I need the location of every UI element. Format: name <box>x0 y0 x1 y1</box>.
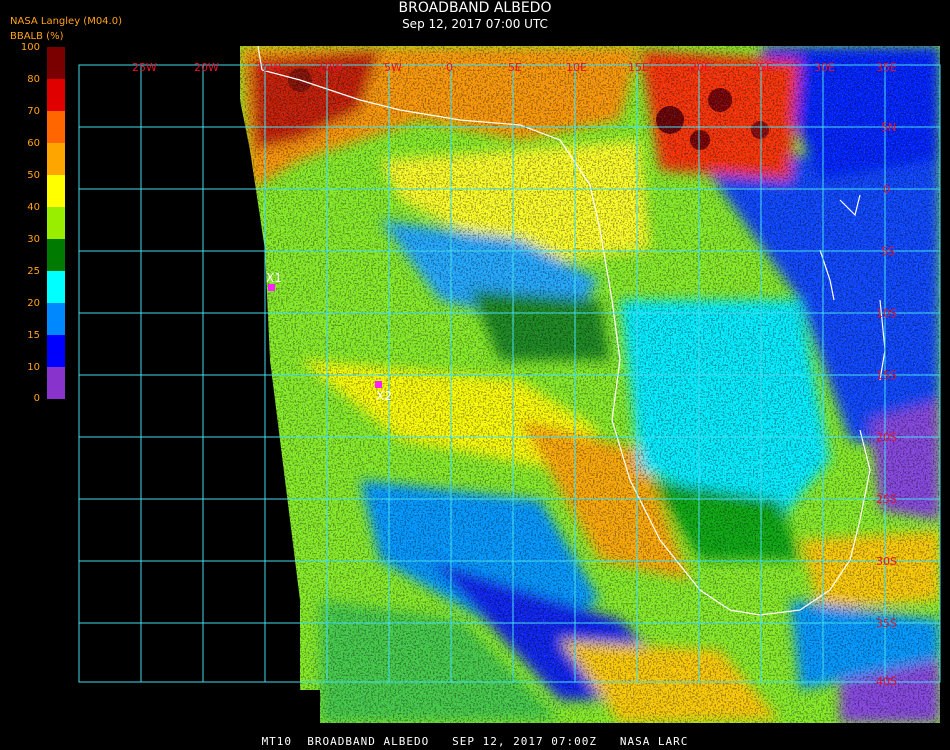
lat-label: 25S <box>876 493 897 506</box>
lon-label: 25E <box>752 61 773 74</box>
marker-x2-point <box>375 381 382 388</box>
lon-label: 10W <box>318 61 343 74</box>
lon-label: 0 <box>446 61 453 74</box>
lon-label: 15W <box>256 61 281 74</box>
marker-x2-label: X2 <box>376 389 392 403</box>
lon-label: 15E <box>628 61 649 74</box>
lon-label: 25W <box>132 61 157 74</box>
lon-label: 20E <box>690 61 711 74</box>
lon-label: 20W <box>194 61 219 74</box>
lat-label: 30S <box>876 555 897 568</box>
lat-label: 10S <box>876 307 897 320</box>
lon-label: 5W <box>384 61 402 74</box>
lat-label: 20S <box>876 431 897 444</box>
footer-caption: MT10 BROADBAND ALBEDO SEP 12, 2017 07:00… <box>261 735 689 748</box>
lon-label: 5E <box>508 61 522 74</box>
lat-label: 5N <box>881 121 896 134</box>
lon-label: 10E <box>566 61 587 74</box>
marker-x1-label: X1 <box>266 271 282 285</box>
lon-label: 30E <box>814 61 835 74</box>
lat-label: 5S <box>881 245 895 258</box>
albedo-map: 25W 20W 15W 10W 5W 0 5E 10E 15E 20E 25E … <box>78 45 941 723</box>
lat-label: 15S <box>876 369 897 382</box>
lat-label: 0 <box>883 183 890 196</box>
lat-label: 40S <box>876 675 897 688</box>
lat-label: 35S <box>876 617 897 630</box>
albedo-imagery <box>240 46 940 723</box>
marker-x1-point <box>268 284 275 291</box>
lon-label: 35E <box>876 61 897 74</box>
